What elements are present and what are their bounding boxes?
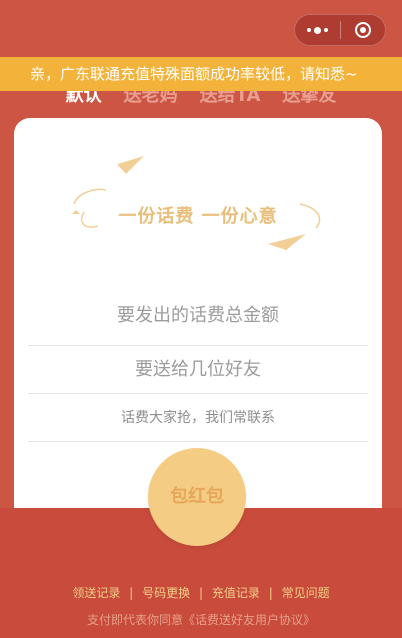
mini-program-capsule	[294, 14, 386, 46]
link-separator: |	[198, 586, 204, 600]
link-recharge-records[interactable]: 充值记录	[212, 586, 260, 600]
more-button[interactable]	[295, 15, 340, 45]
card-slogan: 一份话费 一份心意	[118, 206, 278, 227]
link-change-number[interactable]: 号码更换	[142, 586, 190, 600]
link-separator: |	[129, 586, 134, 600]
footer-links: 领送记录 | 号码更换 | 充值记录 | 常见问题	[0, 584, 402, 601]
agreement-link[interactable]: 支付即代表你同意《话费送好友用户协议》	[0, 611, 402, 628]
link-send-records[interactable]: 领送记录	[72, 586, 120, 600]
close-button[interactable]	[341, 15, 386, 45]
total-amount-field[interactable]: 要发出的话费总金额	[28, 294, 368, 346]
send-red-packet-button[interactable]: 包红包	[148, 448, 246, 546]
friend-count-field[interactable]: 要送给几位好友	[28, 346, 368, 394]
target-close-icon	[354, 22, 371, 38]
notice-banner: 亲，广东联通充值特殊面额成功率较低，请知悉~	[0, 57, 402, 91]
link-separator: |	[268, 586, 273, 600]
link-faq[interactable]: 常见问题	[282, 586, 330, 600]
more-dots-icon	[306, 26, 328, 34]
message-field[interactable]: 话费大家抢，我们常联系	[28, 394, 368, 442]
paper-plane-decoration	[72, 156, 321, 251]
